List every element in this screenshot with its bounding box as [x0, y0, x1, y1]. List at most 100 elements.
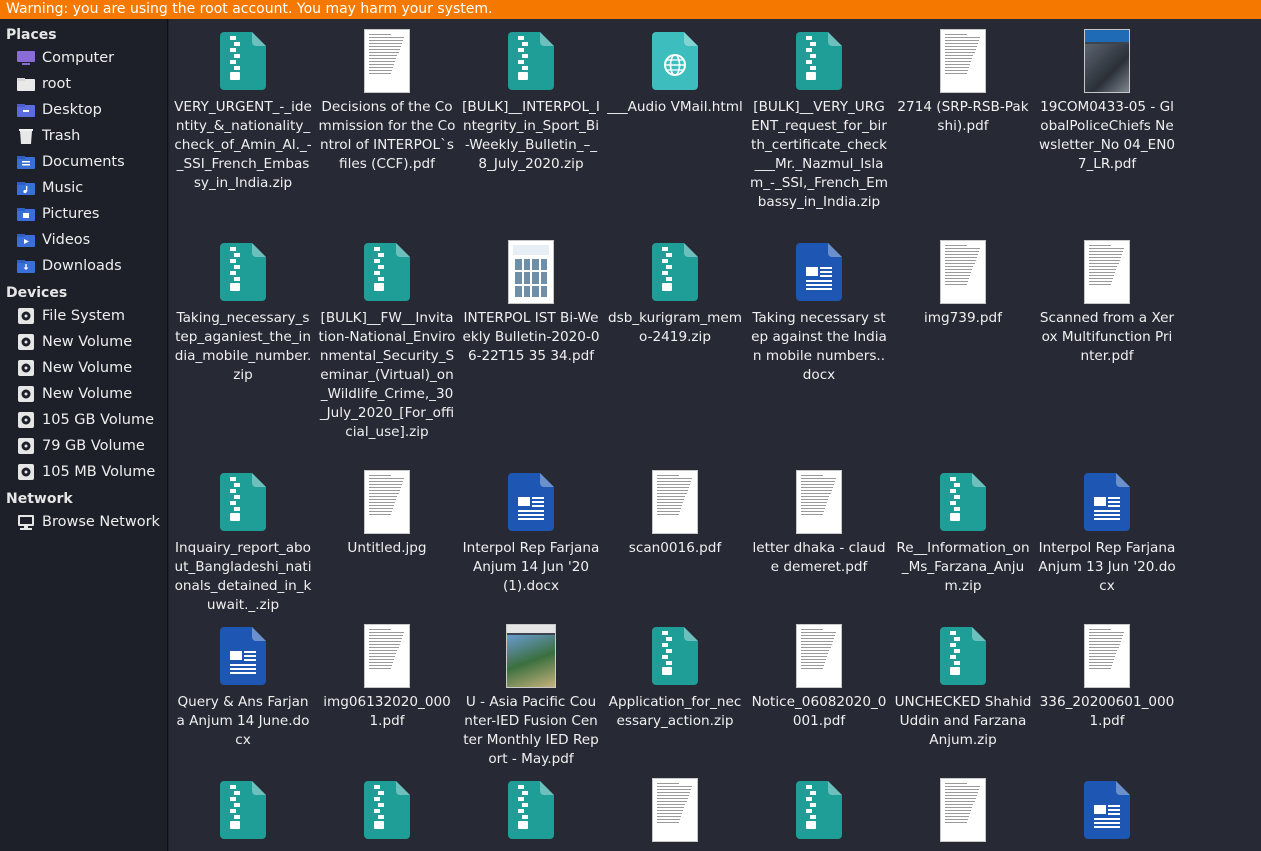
- places-item-4[interactable]: Documents: [0, 149, 167, 175]
- network-icon: [16, 513, 36, 531]
- file-item[interactable]: U - Asia Pacific Counter-IED Fusion Cent…: [459, 624, 603, 769]
- docx-file-icon: [787, 240, 851, 304]
- devices-item-2[interactable]: New Volume: [0, 355, 167, 381]
- drive-icon: [16, 411, 36, 429]
- pdf-poster-file-icon: [499, 240, 563, 304]
- places-item-5[interactable]: Music: [0, 175, 167, 201]
- zip-file-icon: [931, 624, 995, 688]
- devices-item-label: New Volume: [42, 386, 133, 402]
- zip-file-icon: [787, 778, 851, 842]
- zip-file-icon: [787, 29, 851, 93]
- file-item[interactable]: Untitled.jpg: [315, 470, 459, 558]
- devices-item-3[interactable]: New Volume: [0, 381, 167, 407]
- file-item[interactable]: Scanned from a Xerox Multifunction Print…: [1035, 240, 1179, 366]
- zip-file-icon: [643, 624, 707, 688]
- places-item-6[interactable]: Pictures: [0, 201, 167, 227]
- file-item[interactable]: [BULK]__INTERPOL_Integrity_in_Sport_Bi-W…: [459, 29, 603, 174]
- places-item-label: Computer: [42, 50, 115, 66]
- file-name: INTERPOL IST Bi-Weekly Bulletin-2020-06-…: [462, 310, 600, 364]
- file-item[interactable]: [891, 778, 1035, 847]
- devices-item-5[interactable]: 79 GB Volume: [0, 433, 167, 459]
- file-item[interactable]: img06132020_0001.pdf: [315, 624, 459, 731]
- file-item[interactable]: Query & Ans Farjana Anjum 14 June.docx: [171, 624, 315, 750]
- file-item[interactable]: INTERPOL IST Bi-Weekly Bulletin-2020-06-…: [459, 240, 603, 366]
- places-item-label: Documents: [42, 154, 125, 170]
- file-name: Inquairy_report_about_Bangladeshi_nation…: [174, 540, 312, 613]
- desktop-folder-icon: [16, 101, 36, 119]
- documents-folder-icon: [16, 153, 36, 171]
- file-name: scan0016.pdf: [628, 540, 722, 556]
- file-item[interactable]: Inquairy_report_about_Bangladeshi_nation…: [171, 470, 315, 615]
- file-item[interactable]: [171, 778, 315, 847]
- places-item-0[interactable]: Computer: [0, 45, 167, 71]
- file-item[interactable]: [603, 778, 747, 847]
- zip-file-icon: [211, 240, 275, 304]
- file-name: img06132020_0001.pdf: [323, 694, 451, 729]
- file-item[interactable]: ___Audio VMail.html: [603, 29, 747, 117]
- places-item-3[interactable]: Trash: [0, 123, 167, 149]
- docx-file-icon: [1075, 778, 1139, 842]
- file-item[interactable]: [459, 778, 603, 847]
- file-item[interactable]: 2714 (SRP-RSB-Pakshi).pdf: [891, 29, 1035, 136]
- file-name: Query & Ans Farjana Anjum 14 June.docx: [176, 694, 310, 748]
- pdf-file-icon: [931, 240, 995, 304]
- file-item[interactable]: Application_for_necessary_action.zip: [603, 624, 747, 731]
- file-item[interactable]: letter dhaka - claude demeret.pdf: [747, 470, 891, 577]
- network-item-0[interactable]: Browse Network: [0, 509, 167, 535]
- file-item[interactable]: img739.pdf: [891, 240, 1035, 328]
- places-item-1[interactable]: root: [0, 71, 167, 97]
- file-item[interactable]: scan0016.pdf: [603, 470, 747, 558]
- pictures-folder-icon: [16, 205, 36, 223]
- file-item[interactable]: [747, 778, 891, 847]
- devices-item-label: 105 MB Volume: [42, 464, 156, 480]
- devices-item-0[interactable]: File System: [0, 303, 167, 329]
- file-name: 336_20200601_0001.pdf: [1039, 694, 1175, 729]
- zip-file-icon: [931, 470, 995, 534]
- file-item[interactable]: Interpol Rep Farjana Anjum 13 Jun '20.do…: [1035, 470, 1179, 596]
- drive-icon: [16, 359, 36, 377]
- file-item[interactable]: [315, 778, 459, 847]
- file-item[interactable]: Re__Information_on_Ms_Farzana_Anjum.zip: [891, 470, 1035, 596]
- zip-file-icon: [211, 778, 275, 842]
- docx-file-icon: [1075, 470, 1139, 534]
- file-item[interactable]: 19COM0433-05 - GlobalPoliceChiefs Newsle…: [1035, 29, 1179, 174]
- devices-item-4[interactable]: 105 GB Volume: [0, 407, 167, 433]
- file-item[interactable]: [1035, 778, 1179, 847]
- file-item[interactable]: [BULK]__FW__Invitation-National_Environm…: [315, 240, 459, 442]
- places-item-7[interactable]: Videos: [0, 227, 167, 253]
- file-item[interactable]: Taking necessary step against the Indian…: [747, 240, 891, 385]
- file-name: Taking necessary step against the Indian…: [751, 310, 887, 383]
- file-name: Interpol Rep Farjana Anjum 13 Jun '20.do…: [1038, 540, 1176, 594]
- file-item[interactable]: Notice_06082020_0001.pdf: [747, 624, 891, 731]
- file-name: Interpol Rep Farjana Anjum 14 Jun '20(1)…: [462, 540, 600, 594]
- devices-item-label: File System: [42, 308, 125, 324]
- devices-item-label: New Volume: [42, 334, 133, 350]
- drive-icon: [16, 437, 36, 455]
- pdf-file-icon: [787, 470, 851, 534]
- sidebar-content: Places Computer root Desktop Trash Documents M…: [0, 19, 167, 535]
- devices-item-label: 79 GB Volume: [42, 438, 145, 454]
- downloads-folder-icon: [16, 257, 36, 275]
- file-item[interactable]: Taking_necessary_step_aganiest_the_india…: [171, 240, 315, 385]
- places-item-label: Videos: [42, 232, 91, 248]
- file-item[interactable]: Interpol Rep Farjana Anjum 14 Jun '20(1)…: [459, 470, 603, 596]
- places-item-2[interactable]: Desktop: [0, 97, 167, 123]
- file-name: Decisions of the Commission for the Cont…: [318, 99, 456, 172]
- drive-icon: [16, 307, 36, 325]
- devices-item-6[interactable]: 105 MB Volume: [0, 459, 167, 485]
- places-item-8[interactable]: Downloads: [0, 253, 167, 279]
- pdf-file-icon: [1075, 624, 1139, 688]
- file-item[interactable]: UNCHECKED Shahid Uddin and Farzana Anjum…: [891, 624, 1035, 750]
- places-item-label: Downloads: [42, 258, 122, 274]
- home-folder-icon: [16, 75, 36, 93]
- file-item[interactable]: [BULK]__VERY_URGENT_request_for_birth_ce…: [747, 29, 891, 212]
- file-item[interactable]: VERY_URGENT_-_identity_&_nationality_che…: [171, 29, 315, 193]
- zip-file-icon: [499, 29, 563, 93]
- file-item[interactable]: Decisions of the Commission for the Cont…: [315, 29, 459, 174]
- file-name: 2714 (SRP-RSB-Pakshi).pdf: [897, 99, 1029, 134]
- file-item[interactable]: 336_20200601_0001.pdf: [1035, 624, 1179, 731]
- devices-item-1[interactable]: New Volume: [0, 329, 167, 355]
- places-item-label: Desktop: [42, 102, 102, 118]
- zip-file-icon: [643, 240, 707, 304]
- file-item[interactable]: dsb_kurigram_memo-2419.zip: [603, 240, 747, 347]
